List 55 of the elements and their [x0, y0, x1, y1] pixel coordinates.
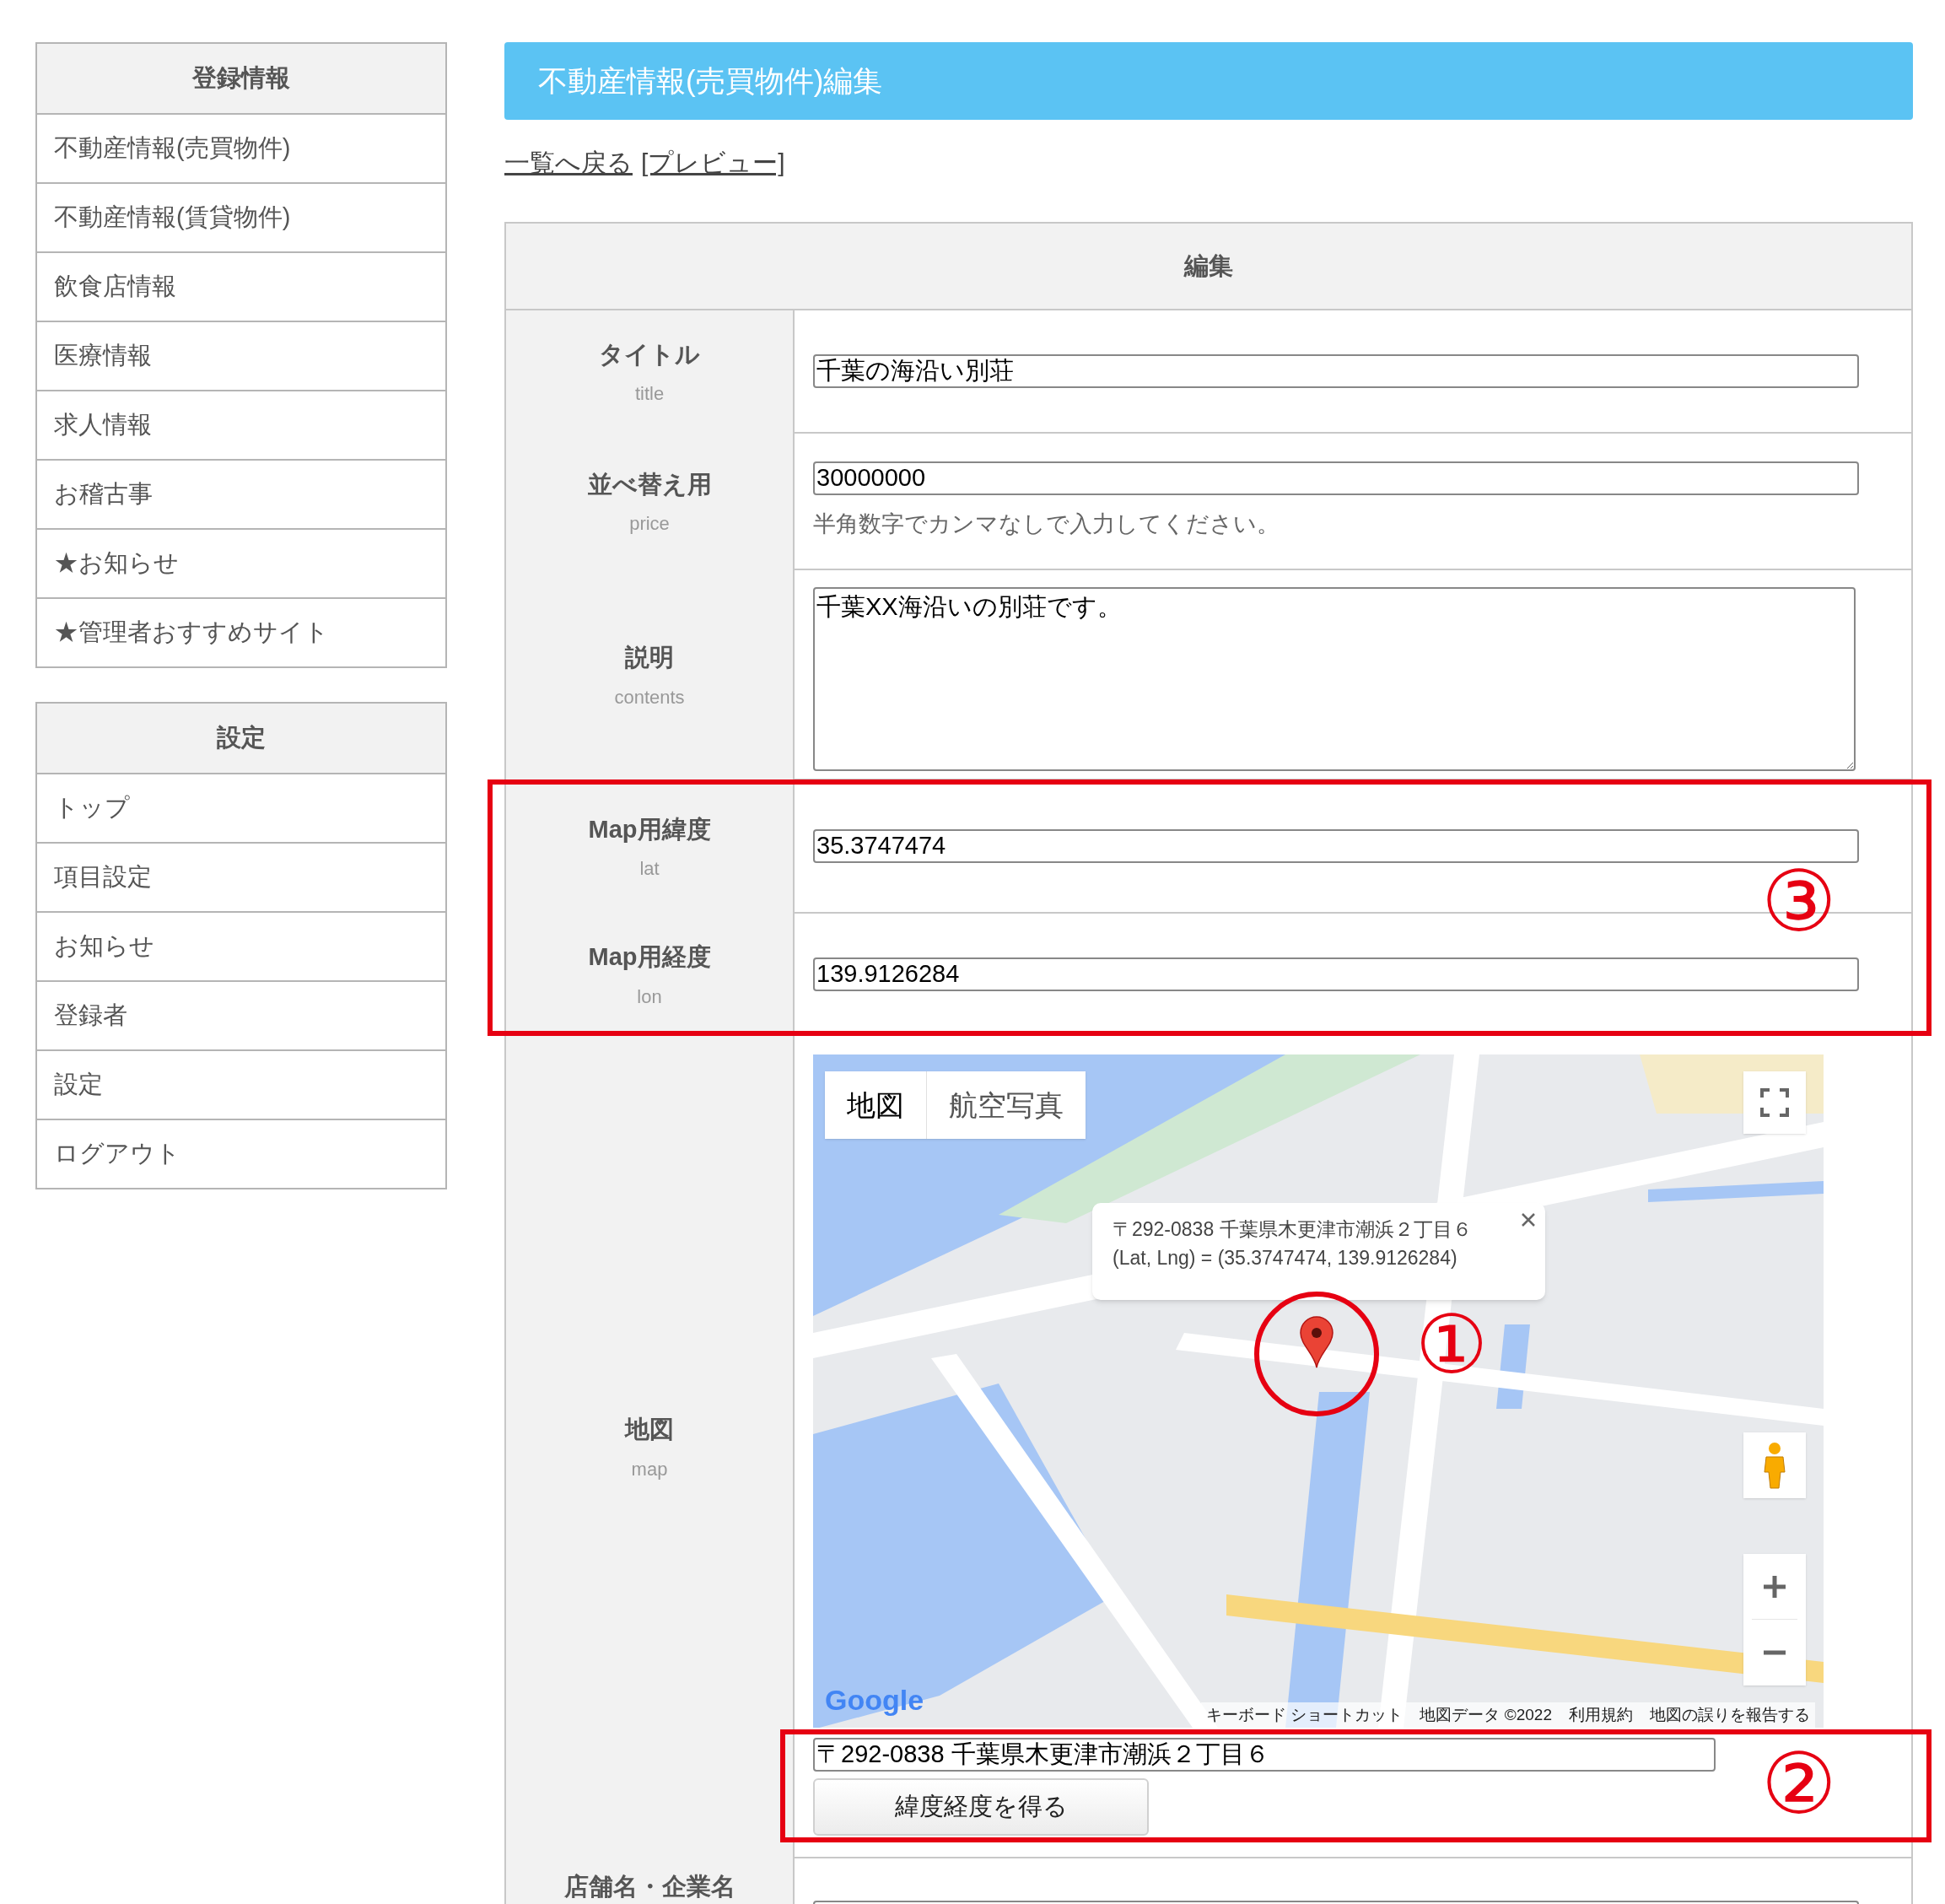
map-logo: Google: [825, 1683, 924, 1718]
sidebar-item[interactable]: 項目設定: [37, 842, 445, 911]
sidebar-item[interactable]: お知らせ: [37, 911, 445, 980]
sidebar-item[interactable]: ★お知らせ: [37, 528, 445, 597]
info-text: (Lat, Lng) = (35.3747474, 139.9126284): [1113, 1246, 1458, 1270]
sidebar-item[interactable]: 不動産情報(賃貸物件): [37, 182, 445, 251]
field-key: title: [634, 380, 665, 408]
field-key: map: [631, 1454, 668, 1483]
page-title: 不動産情報(売買物件)編集: [538, 62, 883, 99]
map-type-tab[interactable]: 地図: [825, 1071, 926, 1139]
annotation-number: ①: [1415, 1304, 1488, 1385]
sidebar-item[interactable]: トップ: [37, 773, 445, 842]
text-field[interactable]: 30000000: [813, 461, 1859, 495]
nav-link[interactable]: [プレビュー]: [641, 143, 785, 181]
attribution-link[interactable]: 利用規約: [1569, 1702, 1633, 1728]
map-pin-icon[interactable]: [1300, 1316, 1333, 1368]
nav-link[interactable]: 一覧へ戻る: [504, 143, 633, 181]
map-type-tab[interactable]: 航空写真: [926, 1071, 1086, 1139]
sidebar-item[interactable]: 医療情報: [37, 321, 445, 390]
text-field[interactable]: 千葉の海沿い別荘: [813, 354, 1859, 388]
table-heading: 編集: [506, 224, 1911, 309]
attribution-link: 地図データ ©2022: [1420, 1705, 1552, 1725]
text-field[interactable]: 35.3747474: [813, 829, 1859, 863]
field-key: lat: [639, 855, 660, 883]
sidebar-item[interactable]: 飲食店情報: [37, 251, 445, 321]
field-label: Map用経度: [588, 942, 711, 973]
attribution-link[interactable]: キーボード ショートカット: [1206, 1702, 1404, 1728]
sidebar-item[interactable]: 設定: [37, 1049, 445, 1119]
sidebar-item[interactable]: 不動産情報(売買物件): [37, 113, 445, 182]
sidebar-item[interactable]: お稽古事: [37, 459, 445, 528]
annotation-number: ②: [1761, 1741, 1837, 1826]
field-label: 説明: [625, 643, 674, 673]
fullscreen-icon[interactable]: [1743, 1071, 1806, 1134]
attribution-link[interactable]: 地図の誤りを報告する: [1650, 1702, 1810, 1728]
field-label: 店舗名・企業名: [563, 1872, 735, 1901]
text-field[interactable]: 〒292-0838 千葉県木更津市潮浜２丁目６: [813, 1738, 1716, 1772]
text-area[interactable]: 千葉XX海沿いの別荘です。: [813, 587, 1856, 771]
text-field[interactable]: 139.9126284: [813, 957, 1859, 991]
map[interactable]: 地図 航空写真 〒292-0838 千葉県木更津市潮浜２丁目６ (Lat, Lng) = (35.3747474, 139.9126284) ① Google キーボード ショートカット 地図データ ©2022 利用規約 地図の誤りを報告する: [813, 1054, 1824, 1728]
sidebar-item[interactable]: 登録者: [37, 980, 445, 1049]
sidebar-heading: 設定: [37, 704, 445, 773]
field-label: 地図: [625, 1415, 674, 1445]
sidebar-heading: 登録情報: [37, 44, 445, 113]
help-text: 半角数字でカンマなしで入力してください。: [813, 510, 1280, 538]
field-label: Map用緯度: [588, 814, 711, 844]
sidebar-item[interactable]: 求人情報: [37, 390, 445, 459]
sidebar-item[interactable]: ★管理者おすすめサイト: [37, 597, 445, 666]
sidebar-item[interactable]: ログアウト: [37, 1119, 445, 1188]
field-key: contents: [614, 682, 685, 711]
field-key: lon: [637, 982, 662, 1011]
field-key: price: [629, 510, 670, 538]
field-label: タイトル: [599, 339, 700, 369]
field-label: 並べ替え用: [587, 469, 712, 499]
info-text: 〒292-0838 千葉県木更津市潮浜２丁目６: [1113, 1217, 1473, 1242]
get-coordinates-button[interactable]: 緯度経度を得る: [813, 1778, 1149, 1836]
